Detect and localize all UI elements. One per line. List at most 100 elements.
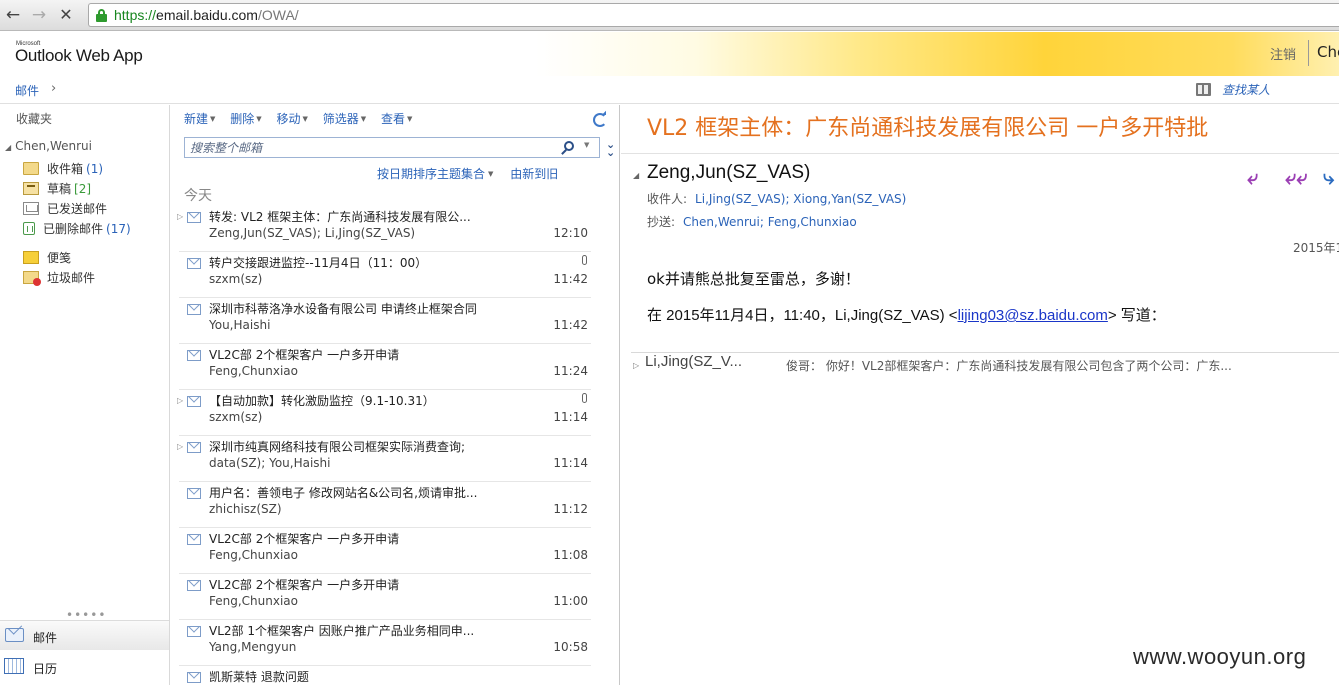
folder-drafts[interactable]: 草稿 [2] bbox=[23, 180, 91, 198]
message-row[interactable]: VL2C部 2个框架客户 一户多开申请 Feng,Chunxiao 11:08 bbox=[179, 528, 591, 574]
folder-junk[interactable]: 垃圾邮件 bbox=[23, 269, 95, 287]
app-header: Microsoft Outlook Web App 注销 Che bbox=[0, 32, 1339, 76]
reading-pane: VL2 框架主体：广东尚通科技发展有限公司 一户多开特批 ◢ Zeng,Jun(… bbox=[621, 105, 1339, 685]
message-row[interactable]: ▷ 【自动加款】转化激励监控（9.1-10.31） szxm(sz) 11:14 bbox=[177, 390, 591, 436]
user-name[interactable]: Che bbox=[1317, 43, 1339, 61]
search-icon[interactable] bbox=[564, 141, 574, 151]
envelope-icon bbox=[187, 258, 201, 269]
message-time: 11:00 bbox=[553, 594, 588, 608]
folder-deleted[interactable]: 已删除邮件 (17) bbox=[23, 220, 131, 238]
message-time: 11:14 bbox=[553, 456, 588, 470]
url-text: https://email.baidu.com/OWA/ bbox=[114, 7, 299, 23]
message-row[interactable]: ▷ 转发: VL2 框架主体：广东尚通科技发展有限公... Zeng,Jun(SZ_… bbox=[177, 206, 591, 252]
lock-icon bbox=[96, 9, 107, 22]
drafts-icon bbox=[23, 182, 39, 195]
message-time: 11:12 bbox=[553, 502, 588, 516]
sort-order-button[interactable]: 由新到旧 bbox=[510, 167, 558, 181]
to-recipients[interactable]: Li,Jing(SZ_VAS); Xiong,Yan(SZ_VAS) bbox=[695, 192, 906, 206]
breadcrumb-mail[interactable]: 邮件 bbox=[15, 82, 39, 99]
envelope-icon bbox=[187, 672, 201, 683]
sort-by-button[interactable]: 按日期排序主题集合 ▼ bbox=[377, 167, 493, 181]
message-sender: Feng,Chunxiao bbox=[209, 594, 298, 608]
sender-name[interactable]: Zeng,Jun(SZ_VAS) bbox=[647, 162, 810, 184]
quoted-email-link[interactable]: lijing03@sz.baidu.com bbox=[958, 307, 1108, 324]
notes-icon bbox=[23, 251, 39, 264]
message-row[interactable]: VL2C部 2个框架客户 一户多开申请 Feng,Chunxiao 11:24 bbox=[179, 344, 591, 390]
message-row[interactable]: VL2C部 2个框架客户 一户多开申请 Feng,Chunxiao 11:00 bbox=[179, 574, 591, 620]
message-subject: 凯斯莱特 退款问题 bbox=[209, 670, 309, 684]
module-mail[interactable]: 邮件 bbox=[0, 620, 169, 650]
message-subject: 转户交接跟进监控--11月4日（11：00） bbox=[209, 256, 428, 270]
message-sender: data(SZ); You,Haishi bbox=[209, 456, 331, 470]
search-input[interactable] bbox=[190, 140, 550, 155]
attachment-icon bbox=[582, 393, 587, 403]
delete-button[interactable]: 删除 ▼ bbox=[230, 110, 261, 127]
collapse-triangle-icon[interactable]: ◢ bbox=[5, 143, 11, 152]
filter-button[interactable]: 筛选器 ▼ bbox=[323, 110, 366, 127]
message-time: 11:14 bbox=[553, 410, 588, 424]
message-row[interactable]: 转户交接跟进监控--11月4日（11：00） szxm(sz) 11:42 bbox=[179, 252, 591, 298]
message-subject: 深圳市纯真网络科技有限公司框架实际消费查询; bbox=[209, 440, 466, 454]
message-time: 10:58 bbox=[553, 640, 588, 654]
chevron-right-icon: › bbox=[51, 81, 57, 96]
envelope-icon bbox=[187, 488, 201, 499]
find-people-link[interactable]: 查找某人 bbox=[1222, 81, 1270, 98]
reply-all-icon[interactable]: ⤶⤶ bbox=[1285, 165, 1307, 189]
expand-triangle-icon[interactable]: ▷ bbox=[633, 361, 639, 370]
envelope-icon bbox=[187, 534, 201, 545]
header-separator bbox=[1308, 40, 1309, 66]
message-row[interactable]: VL2部 1个框架客户 因账户推广产品业务相同申... Yang,Mengyun 1… bbox=[179, 620, 591, 666]
move-button[interactable]: 移动 ▼ bbox=[276, 110, 307, 127]
collapse-triangle-icon[interactable]: ◢ bbox=[633, 171, 639, 180]
message-row[interactable]: 用户名：善领电子 修改网站名&公司名,烦请审批... zhichisz(SZ) 11… bbox=[179, 482, 591, 528]
message-subject: 【自动加款】转化激励监控（9.1-10.31） bbox=[209, 394, 435, 408]
folder-notes[interactable]: 便笺 bbox=[23, 249, 71, 267]
cc-line: 抄送: Chen,Wenrui; Feng,Chunxiao bbox=[647, 215, 857, 229]
message-sender: szxm(sz) bbox=[209, 410, 263, 424]
envelope-icon bbox=[187, 396, 201, 407]
module-calendar[interactable]: 日历 bbox=[0, 651, 169, 681]
calendar-icon bbox=[4, 658, 24, 674]
deleted-icon bbox=[23, 222, 35, 235]
expand-conversation-icon[interactable]: ▷ bbox=[177, 442, 183, 451]
expand-conversation-icon[interactable]: ▷ bbox=[177, 396, 183, 405]
message-subject: 深圳市科蒂洛净水设备有限公司 申请终止框架合同 bbox=[209, 302, 477, 316]
group-header-today: 今天 bbox=[184, 188, 212, 204]
sent-date: 2015年1 bbox=[1293, 241, 1339, 255]
stop-icon[interactable]: ✕ bbox=[56, 5, 76, 25]
message-subject: VL2 框架主体：广东尚通科技发展有限公司 一户多开特批 bbox=[647, 116, 1209, 141]
expand-conversation-icon[interactable]: ▷ bbox=[177, 212, 183, 221]
view-button[interactable]: 查看 ▼ bbox=[381, 110, 412, 127]
message-row[interactable]: ▷ 深圳市纯真网络科技有限公司框架实际消费查询; data(SZ); You,Hai… bbox=[177, 436, 591, 482]
search-dropdown-icon[interactable]: ▼ bbox=[584, 141, 589, 149]
folder-pane: 收藏夹 ◢ Chen,Wenrui 收件箱 (1) 草稿 [2] 已发送邮件 已删除邮… bbox=[0, 105, 170, 685]
message-row[interactable]: 凯斯莱特 退款问题 bbox=[179, 666, 591, 685]
refresh-icon[interactable] bbox=[593, 113, 607, 127]
inbox-icon bbox=[23, 162, 39, 175]
message-row[interactable]: 深圳市科蒂洛净水设备有限公司 申请终止框架合同 You,Haishi 11:42 bbox=[179, 298, 591, 344]
envelope-icon bbox=[187, 580, 201, 591]
message-subject: 用户名：善领电子 修改网站名&公司名,烦请审批... bbox=[209, 486, 478, 500]
expand-chevron-icon[interactable]: ⌄ ⌄ bbox=[606, 139, 615, 158]
thread-sender: Li,Jing(SZ_V... bbox=[645, 353, 742, 370]
message-list-pane: 新建▼ 删除▼ 移动▼ 筛选器▼ 查看▼ ▼ ⌄⌄ 按日期排序主题集合▼ 由新到… bbox=[171, 105, 620, 685]
folder-inbox[interactable]: 收件箱 (1) bbox=[23, 160, 103, 178]
logout-link[interactable]: 注销 bbox=[1270, 44, 1296, 63]
back-arrow-icon[interactable]: ← bbox=[3, 5, 23, 25]
folder-sent[interactable]: 已发送邮件 bbox=[23, 200, 107, 218]
message-subject: VL2C部 2个框架客户 一户多开申请 bbox=[209, 532, 400, 546]
new-button[interactable]: 新建 ▼ bbox=[184, 110, 215, 127]
forward-arrow-icon[interactable]: → bbox=[29, 5, 49, 25]
account-node[interactable]: ◢ Chen,Wenrui bbox=[5, 139, 92, 153]
dropdown-arrow-icon: ▼ bbox=[256, 115, 262, 123]
cc-recipients[interactable]: Chen,Wenrui; Feng,Chunxiao bbox=[683, 215, 857, 229]
address-book-icon[interactable] bbox=[1196, 83, 1211, 96]
reply-icon[interactable]: ⤶ bbox=[1247, 165, 1258, 189]
mail-icon bbox=[5, 628, 24, 642]
favorites-heading[interactable]: 收藏夹 bbox=[16, 110, 52, 127]
envelope-icon bbox=[187, 442, 201, 453]
address-bar[interactable]: https://email.baidu.com/OWA/ bbox=[88, 3, 1339, 27]
junk-icon bbox=[23, 271, 41, 286]
thread-item[interactable]: ▷ Li,Jing(SZ_V... 俊哥： 你好！VL2部框架客户：广东尚通科技… bbox=[633, 352, 1339, 374]
forward-icon[interactable]: ⤷ bbox=[1323, 165, 1334, 189]
